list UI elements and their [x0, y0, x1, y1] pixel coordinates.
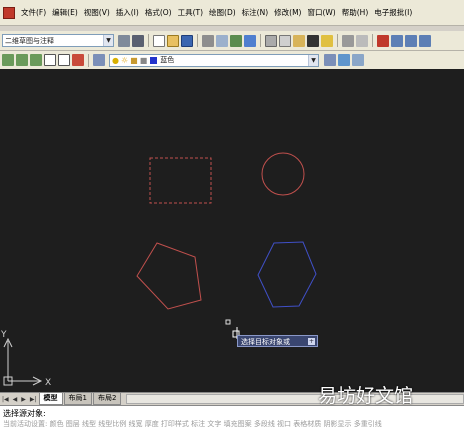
- undo-icon[interactable]: [342, 34, 354, 47]
- toolbar-separator: [260, 34, 261, 47]
- menu-dimension[interactable]: 标注(N): [239, 0, 271, 25]
- layer-tool-6-icon[interactable]: [72, 54, 84, 66]
- zoom-realtime-icon[interactable]: [391, 34, 403, 47]
- zoom-previous-icon[interactable]: [419, 34, 431, 47]
- print-plot-icon: ■: [139, 55, 148, 65]
- copy-icon[interactable]: [279, 34, 291, 47]
- block-editor-icon[interactable]: [321, 34, 333, 47]
- zoom-window-icon[interactable]: [405, 34, 417, 47]
- standard-toolbar: 二维草图与注释 ▼: [0, 31, 464, 51]
- layer-state-icon[interactable]: [352, 54, 364, 66]
- menu-modify[interactable]: 修改(M): [271, 0, 304, 25]
- color-combo-value: 蓝色: [160, 56, 175, 64]
- toolbar-separator: [337, 34, 338, 47]
- layer-tool-5-icon[interactable]: [58, 54, 70, 66]
- drawing-canvas[interactable]: Y X: [0, 69, 464, 392]
- circle[interactable]: [261, 152, 305, 196]
- open-folder-icon[interactable]: [167, 34, 179, 47]
- app-icon[interactable]: [3, 6, 15, 19]
- layer-tool-3-icon[interactable]: [30, 54, 42, 66]
- menu-insert[interactable]: 插入(I): [113, 0, 142, 25]
- chevron-down-icon: ▼: [308, 54, 318, 66]
- publish-icon[interactable]: [230, 34, 242, 47]
- first-tab-arrow-icon[interactable]: |◀: [0, 396, 11, 403]
- dashed-rectangle[interactable]: [149, 157, 212, 204]
- ucs-y-label: Y: [0, 330, 7, 340]
- tab-layout1[interactable]: 布局1: [63, 393, 92, 405]
- toolbar-separator: [148, 34, 149, 47]
- menu-format[interactable]: 格式(O): [142, 0, 175, 25]
- chevron-down-icon: ▼: [103, 35, 113, 46]
- lock-icon: ■: [130, 55, 138, 65]
- command-line[interactable]: 选择源对象: 当前活动设置: 颜色 图层 线型 线型比例 线宽 厚度 打印样式 …: [0, 405, 464, 428]
- ucs-icon: [3, 337, 43, 386]
- hexagon[interactable]: [257, 241, 317, 308]
- pentagon[interactable]: [136, 242, 202, 310]
- toolbar-separator: [88, 53, 89, 67]
- menu-help[interactable]: 帮助(H): [339, 0, 372, 25]
- make-object-layer-current-icon[interactable]: [324, 54, 336, 66]
- toolbar-separator: [197, 34, 198, 47]
- cut-icon[interactable]: [265, 34, 277, 47]
- dynamic-input-tooltip: 选择目标对象或 +: [237, 335, 318, 347]
- sun-icon: ☼: [120, 55, 129, 65]
- workspace-lock-icon[interactable]: [132, 34, 144, 47]
- horizontal-scrollbar[interactable]: [126, 394, 464, 404]
- print-icon[interactable]: [202, 34, 214, 47]
- toolbar-separator: [372, 34, 373, 47]
- menu-bar: 文件(F) 编辑(E) 视图(V) 插入(I) 格式(O) 工具(T) 绘图(D…: [0, 0, 464, 26]
- workspace-settings-icon[interactable]: [118, 34, 130, 47]
- lightbulb-icon: ●: [112, 55, 119, 65]
- redo-icon[interactable]: [356, 34, 368, 47]
- drawing-svg: Y X: [0, 152, 317, 388]
- match-properties-brush-icon[interactable]: [307, 34, 319, 47]
- tab-model[interactable]: 模型: [38, 393, 63, 405]
- pan-icon[interactable]: [377, 34, 389, 47]
- 3d-dwf-icon[interactable]: [244, 34, 256, 47]
- layer-color-swatch: [150, 56, 158, 64]
- print-preview-icon[interactable]: [216, 34, 228, 47]
- menu-edit[interactable]: 编辑(E): [49, 0, 81, 25]
- ucs-x-label: X: [45, 378, 51, 388]
- layer-properties-icon[interactable]: [93, 54, 105, 66]
- layer-toolbar: ● ☼ ■ ■ 蓝色 ▼: [0, 51, 464, 70]
- command-prompt: 选择源对象:: [3, 409, 46, 418]
- layer-previous-icon[interactable]: [338, 54, 350, 66]
- layer-tool-2-icon[interactable]: [16, 54, 28, 66]
- menu-tools[interactable]: 工具(T): [175, 0, 206, 25]
- layer-tool-4-icon[interactable]: [44, 54, 56, 66]
- tooltip-text: 选择目标对象或: [241, 338, 290, 346]
- tab-layout2[interactable]: 布局2: [93, 393, 122, 405]
- new-file-icon[interactable]: [153, 34, 165, 47]
- workspace-combo-value: 二维草图与注释: [5, 36, 54, 45]
- paste-icon[interactable]: [293, 34, 305, 47]
- tooltip-expand-button[interactable]: +: [308, 338, 315, 345]
- layer-combo[interactable]: ● ☼ ■ ■ 蓝色 ▼: [109, 53, 319, 67]
- pickbox-cursor: [225, 319, 231, 325]
- watermark-text: 易坊好文馆: [318, 385, 414, 407]
- last-tab-arrow-icon[interactable]: ▶|: [28, 396, 39, 403]
- workspace-combo[interactable]: 二维草图与注释 ▼: [2, 34, 114, 47]
- layer-tool-1-icon[interactable]: [2, 54, 14, 66]
- next-tab-arrow-icon[interactable]: ▶: [19, 396, 28, 403]
- save-icon[interactable]: [181, 34, 193, 47]
- menu-file[interactable]: 文件(F): [18, 0, 49, 25]
- prev-tab-arrow-icon[interactable]: ◀: [11, 396, 20, 403]
- menu-draw[interactable]: 绘图(D): [206, 0, 239, 25]
- menu-e-report[interactable]: 电子报批(I): [371, 0, 415, 25]
- menu-view[interactable]: 视图(V): [81, 0, 113, 25]
- menu-window[interactable]: 窗口(W): [304, 0, 338, 25]
